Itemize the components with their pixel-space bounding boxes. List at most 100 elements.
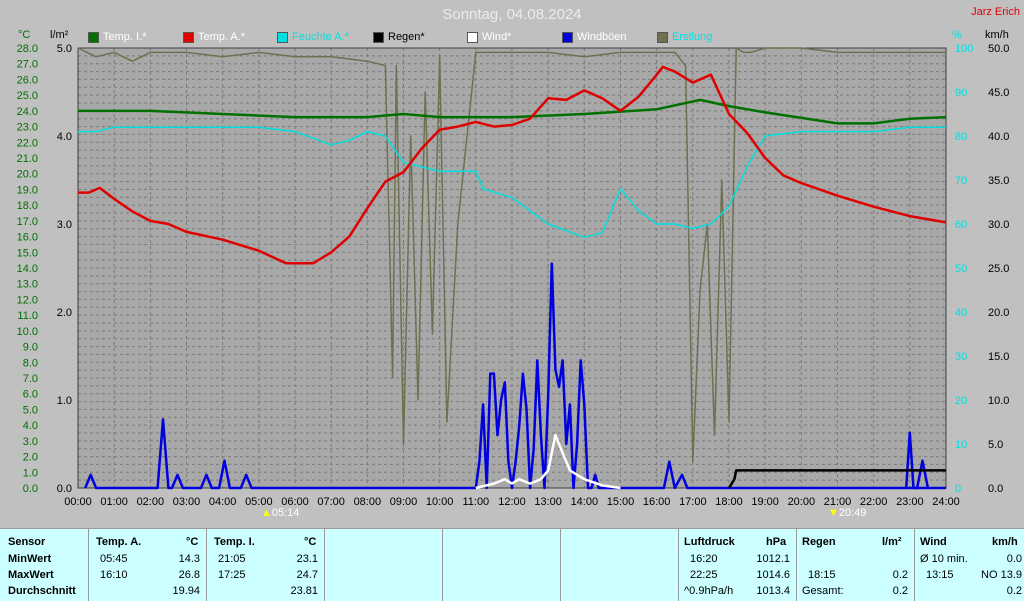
legend-label: Temp. A.* xyxy=(198,31,246,43)
legend-swatch xyxy=(277,31,288,43)
temp-i-avg: 23.81 xyxy=(290,585,318,597)
temp-tick-label: 11.0 xyxy=(17,310,38,322)
wind-max: NO 13.9 xyxy=(981,569,1022,581)
wind-avg10: 0.0 xyxy=(1006,553,1022,565)
legend-label: Wind* xyxy=(482,31,512,43)
humidity-tick-label: 90 xyxy=(955,87,967,99)
temp-a-max-time: 16:10 xyxy=(100,569,128,581)
temp-tick-label: 25.0 xyxy=(17,90,38,102)
temp-tick-label: 19.0 xyxy=(17,184,38,196)
col-divider xyxy=(914,529,915,601)
temp-a-unit: °C xyxy=(186,536,199,548)
rain-total: 0.2 xyxy=(892,585,908,597)
humidity-tick-label: 30 xyxy=(955,351,967,363)
x-tick-label: 03:00 xyxy=(173,496,201,508)
x-tick-label: 10:00 xyxy=(426,496,454,508)
x-tick-label: 14:00 xyxy=(571,496,599,508)
temp-tick-label: 8.0 xyxy=(23,357,38,369)
humidity-tick-label: 0 xyxy=(955,483,961,495)
rain-tick-label: 3.0 xyxy=(57,219,72,231)
temp-tick-label: 18.0 xyxy=(17,200,38,212)
temp-tick-label: 23.0 xyxy=(17,122,38,134)
weather-chart: 0.0 1.0 2.0 3.0 4.0 5.0 6.0 7.0 8.0 9.0 10.0 11.0 12… xyxy=(0,0,1024,527)
wind-tick-label: 20.0 xyxy=(988,307,1009,319)
wind-tick-label: 30.0 xyxy=(988,219,1009,231)
temp-tick-label: 0.0 xyxy=(23,483,38,495)
legend-swatch xyxy=(562,31,573,43)
legend-item-0: Temp. I.* xyxy=(88,31,146,43)
temp-tick-label: 4.0 xyxy=(23,420,38,432)
humidity-unit: % xyxy=(952,29,962,41)
x-tick-label: 12:00 xyxy=(498,496,526,508)
humidity-tick-label: 50 xyxy=(955,263,967,275)
temp-tick-label: 1.0 xyxy=(23,467,38,479)
pressure-avg: 1013.4 xyxy=(756,585,790,597)
wind-avg: 0.2 xyxy=(1006,585,1022,597)
rain-header: Regen xyxy=(802,536,836,548)
rain-unit: l/m² xyxy=(50,29,69,41)
temp-tick-label: 15.0 xyxy=(17,247,38,259)
chart-title: Sonntag, 04.08.2024 xyxy=(442,6,582,23)
rain-max: 0.2 xyxy=(892,569,908,581)
x-tick-label: 13:00 xyxy=(534,496,562,508)
wind-table-unit: km/h xyxy=(992,536,1018,548)
temp-tick-label: 14.0 xyxy=(17,263,38,275)
x-tick-label: 11:00 xyxy=(462,496,489,508)
row-label-max: MaxWert xyxy=(8,569,54,581)
legend-item-3: Regen* xyxy=(373,31,425,43)
chart-canvas: 0.0 1.0 2.0 3.0 4.0 5.0 6.0 7.0 8.0 9.0 10.0 11.0 12… xyxy=(17,43,1010,508)
temp-tick-label: 24.0 xyxy=(17,106,38,118)
humidity-tick-label: 20 xyxy=(955,395,967,407)
pressure-header: Luftdruck xyxy=(684,536,735,548)
temp-tick-label: 10.0 xyxy=(17,326,38,338)
legend-item-6: Erstlung xyxy=(657,31,712,43)
wind-tick-label: 5.0 xyxy=(988,439,1003,451)
sunrise-label: ▲05:14 xyxy=(261,507,300,519)
legend-item-5: Windböen xyxy=(562,31,627,43)
rain-tick-label: 1.0 xyxy=(57,395,72,407)
author-label: Jarz Erich xyxy=(971,6,1020,18)
legend-item-2: Feuchte A.* xyxy=(277,31,349,43)
x-tick-label: 16:00 xyxy=(643,496,671,508)
legend-label: Windböen xyxy=(577,31,627,43)
x-tick-label: 00:00 xyxy=(64,496,92,508)
temp-tick-label: 7.0 xyxy=(23,373,38,385)
rain-table-unit: l/m² xyxy=(882,536,902,548)
rain-tick-label: 0.0 xyxy=(57,483,72,495)
x-tick-label: 17:00 xyxy=(679,496,707,508)
temp-tick-label: 9.0 xyxy=(23,342,38,354)
temp-i-max: 24.7 xyxy=(296,569,318,581)
wind-tick-label: 50.0 xyxy=(988,43,1009,55)
pressure-trend: ^0.9hPa/h xyxy=(684,585,734,597)
x-tick-label: 15:00 xyxy=(607,496,635,508)
col-divider xyxy=(206,529,207,601)
temp-a-header: Temp. A. xyxy=(96,536,142,548)
temp-a-min-time: 05:45 xyxy=(100,553,128,565)
temp-tick-label: 13.0 xyxy=(17,279,38,291)
legend-label: Feuchte A.* xyxy=(292,31,349,43)
col-divider xyxy=(88,529,89,601)
rain-tick-label: 2.0 xyxy=(57,307,72,319)
temp-tick-label: 20.0 xyxy=(17,169,38,181)
sunset-icon: ▼ xyxy=(828,507,839,519)
humidity-tick-label: 10 xyxy=(955,439,967,451)
x-tick-label: 01:00 xyxy=(100,496,128,508)
wind-max-time: 13:15 xyxy=(926,569,954,581)
temp-tick-label: 5.0 xyxy=(23,404,38,416)
temp-a-max: 26.8 xyxy=(178,569,200,581)
sunrise-icon: ▲ xyxy=(261,507,272,519)
x-tick-label: 20:00 xyxy=(788,496,816,508)
pressure-unit: hPa xyxy=(766,536,787,548)
wind-tick-label: 40.0 xyxy=(988,131,1009,143)
legend-swatch xyxy=(467,31,478,43)
temp-i-header: Temp. I. xyxy=(214,536,255,548)
col-divider xyxy=(560,529,561,601)
legend-swatch xyxy=(373,31,384,43)
sunset-label: ▼20:49 xyxy=(828,507,867,519)
legend-label: Erstlung xyxy=(672,31,713,43)
col-divider xyxy=(796,529,797,601)
humidity-tick-label: 100 xyxy=(955,43,973,55)
temp-tick-label: 21.0 xyxy=(17,153,38,165)
row-label-min: MinWert xyxy=(8,553,52,565)
wind-tick-label: 0.0 xyxy=(988,483,1003,495)
